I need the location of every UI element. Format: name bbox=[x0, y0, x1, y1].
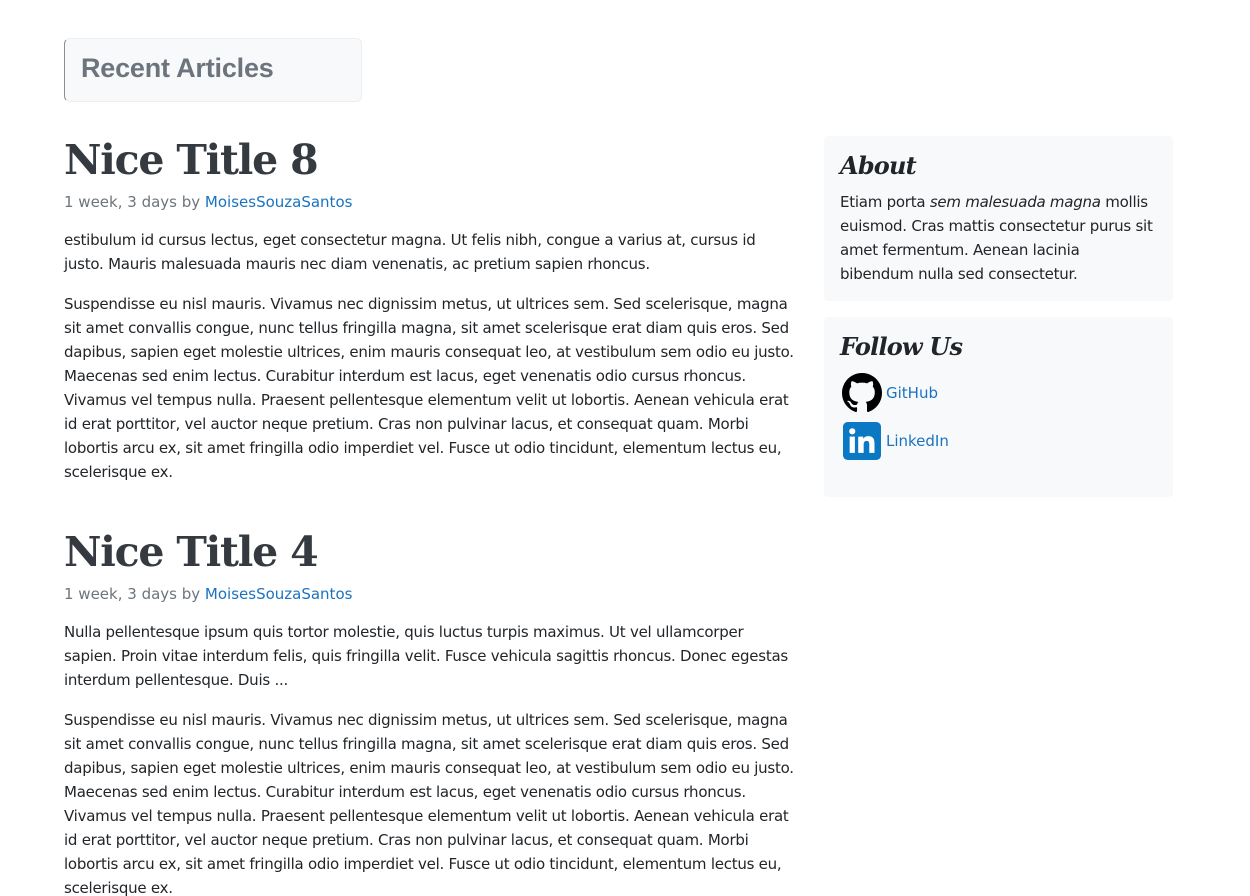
article-excerpt: Nulla pellentesque ipsum quis tortor mol… bbox=[64, 623, 788, 689]
article-card: Nice Title 8 1 week, 3 days by MoisesSou… bbox=[64, 136, 796, 484]
about-card: About Etiam porta sem malesuada magna mo… bbox=[824, 136, 1173, 301]
article-excerpt: estibulum id cursus lectus, eget consect… bbox=[64, 231, 756, 273]
social-item-github: GitHub bbox=[840, 371, 1157, 415]
article-body: Suspendisse eu nisl mauris. Vivamus nec … bbox=[64, 711, 794, 896]
about-title: About bbox=[840, 151, 917, 180]
article-meta: 1 week, 3 days by MoisesSouzaSantos bbox=[64, 584, 796, 604]
about-text-start: Etiam porta bbox=[840, 193, 930, 211]
article-title-text[interactable]: Nice Title 8 bbox=[64, 136, 319, 184]
linkedin-link[interactable]: LinkedIn bbox=[886, 432, 949, 450]
author-link[interactable]: MoisesSouzaSantos bbox=[205, 585, 353, 603]
author-link[interactable]: MoisesSouzaSantos bbox=[205, 193, 353, 211]
github-link[interactable]: GitHub bbox=[886, 384, 938, 402]
github-icon[interactable] bbox=[842, 373, 882, 413]
articles-list: Nice Title 8 1 week, 3 days by MoisesSou… bbox=[64, 136, 796, 896]
follow-card: Follow Us GitHub LinkedIn bbox=[824, 317, 1173, 497]
about-text: Etiam porta sem malesuada magna mollis e… bbox=[840, 190, 1157, 286]
page: Recent Articles Nice Title 8 1 week, 3 d… bbox=[0, 0, 1250, 896]
sidebar: About Etiam porta sem malesuada magna mo… bbox=[824, 136, 1173, 497]
article-body: Suspendisse eu nisl mauris. Vivamus nec … bbox=[64, 295, 794, 481]
article-date: 1 week, 3 days by bbox=[64, 193, 205, 211]
recent-articles-header: Recent Articles bbox=[64, 38, 362, 102]
social-links: GitHub LinkedIn bbox=[840, 371, 1157, 463]
article-card: Nice Title 4 1 week, 3 days by MoisesSou… bbox=[64, 528, 796, 896]
about-text-emphasis: sem malesuada magna bbox=[929, 193, 1101, 211]
social-item-linkedin: LinkedIn bbox=[840, 419, 1157, 463]
article-title[interactable]: Nice Title 8 bbox=[64, 136, 796, 184]
article-date: 1 week, 3 days by bbox=[64, 585, 205, 603]
article-meta: 1 week, 3 days by MoisesSouzaSantos bbox=[64, 192, 796, 212]
page-title: Recent Articles bbox=[81, 53, 274, 83]
article-title-text[interactable]: Nice Title 4 bbox=[64, 528, 319, 576]
article-title[interactable]: Nice Title 4 bbox=[64, 528, 796, 576]
follow-title: Follow Us bbox=[840, 332, 963, 361]
linkedin-icon[interactable] bbox=[842, 421, 882, 461]
